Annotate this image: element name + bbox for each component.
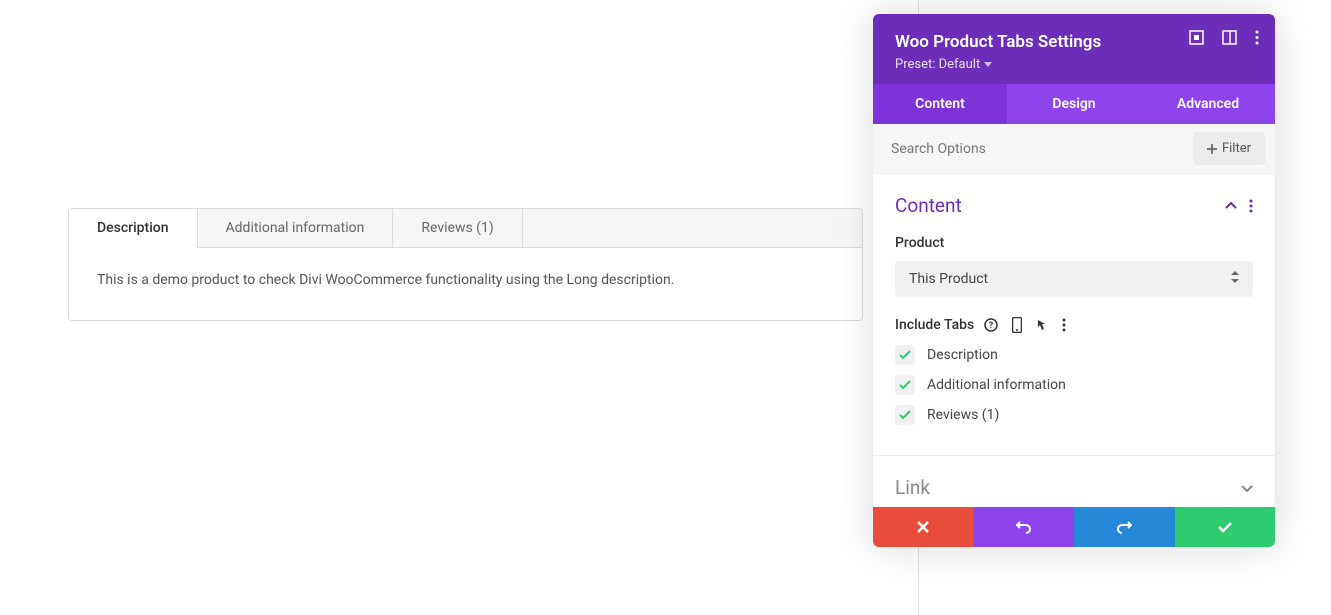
panel-footer (873, 507, 1275, 547)
panel-tab-design[interactable]: Design (1007, 84, 1141, 124)
preset-selector[interactable]: Preset: Default (895, 57, 1253, 72)
tab-reviews[interactable]: Reviews (1) (393, 209, 522, 247)
redo-button[interactable] (1074, 507, 1175, 547)
filter-label: Filter (1222, 141, 1251, 156)
preset-label: Preset: Default (895, 57, 980, 72)
product-field-label: Product (895, 235, 1253, 251)
content-section-head[interactable]: Content (895, 194, 1253, 217)
product-tabs-preview: Description Additional information Revie… (68, 208, 863, 321)
include-item-label: Reviews (1) (927, 407, 999, 423)
preview-tabs-row: Description Additional information Revie… (68, 208, 863, 248)
product-select[interactable]: This Product (895, 261, 1253, 297)
include-item-reviews: Reviews (1) (895, 405, 1253, 425)
link-section-head[interactable]: Link (873, 456, 1275, 507)
expand-icon (1241, 478, 1253, 497)
settings-panel: Woo Product Tabs Settings Preset: Defaul… (873, 14, 1275, 547)
close-icon (916, 520, 930, 534)
filter-button[interactable]: Filter (1193, 132, 1265, 165)
checkbox-additional[interactable] (895, 375, 915, 395)
check-icon (899, 410, 911, 420)
field-more-icon[interactable] (1062, 318, 1066, 332)
more-icon[interactable] (1255, 30, 1259, 45)
link-section-title: Link (895, 476, 930, 499)
search-input[interactable] (873, 127, 1183, 171)
search-row: Filter (873, 124, 1275, 174)
hover-icon[interactable] (1036, 318, 1048, 332)
content-section-title: Content (895, 194, 962, 217)
panel-header: Woo Product Tabs Settings Preset: Defaul… (873, 14, 1275, 84)
tab-description[interactable]: Description (69, 209, 198, 248)
include-tabs-label: Include Tabs (895, 317, 974, 333)
expand-icon[interactable] (1189, 30, 1204, 45)
include-tabs-icons: ? (984, 317, 1066, 333)
check-icon (1217, 521, 1233, 533)
product-select-value: This Product (909, 271, 988, 287)
undo-icon (1016, 520, 1032, 534)
checkbox-description[interactable] (895, 345, 915, 365)
include-item-description: Description (895, 345, 1253, 365)
include-item-label: Additional information (927, 377, 1066, 393)
save-button[interactable] (1175, 507, 1276, 547)
include-item-label: Description (927, 347, 998, 363)
panel-tabs: Content Design Advanced (873, 84, 1275, 124)
collapse-icon[interactable] (1225, 202, 1237, 210)
help-icon[interactable]: ? (984, 318, 998, 332)
undo-button[interactable] (974, 507, 1075, 547)
chevron-down-icon (984, 62, 992, 67)
snap-icon[interactable] (1222, 30, 1237, 45)
cancel-button[interactable] (873, 507, 974, 547)
tab-additional-information[interactable]: Additional information (198, 209, 394, 247)
header-icons (1189, 30, 1259, 45)
select-caret-icon (1231, 271, 1239, 287)
tab-content: This is a demo product to check Divi Woo… (68, 248, 863, 321)
include-item-additional: Additional information (895, 375, 1253, 395)
checkbox-reviews[interactable] (895, 405, 915, 425)
check-icon (899, 350, 911, 360)
section-more-icon[interactable] (1249, 199, 1253, 213)
panel-tab-content[interactable]: Content (873, 84, 1007, 124)
plus-icon (1207, 144, 1217, 154)
panel-tab-advanced[interactable]: Advanced (1141, 84, 1275, 124)
content-section: Content Product This Product Include Tab… (873, 174, 1275, 456)
svg-text:?: ? (989, 321, 994, 331)
include-tabs-row: Include Tabs ? (895, 317, 1253, 333)
section-actions (1225, 199, 1253, 213)
phone-icon[interactable] (1012, 317, 1022, 333)
check-icon (899, 380, 911, 390)
redo-icon (1116, 520, 1132, 534)
